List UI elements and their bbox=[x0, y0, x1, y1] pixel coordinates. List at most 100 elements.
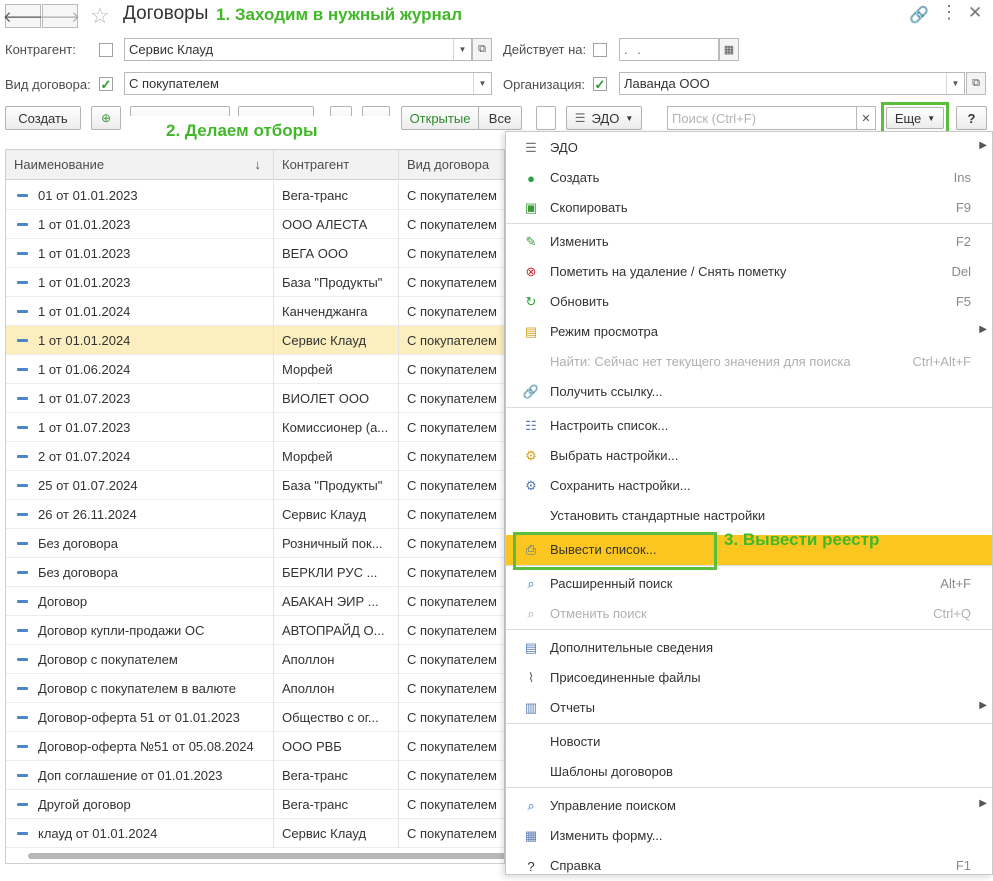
menu-item[interactable]: ☰ ЭДО ▶ bbox=[506, 133, 992, 163]
menu-item-shortcut: F2 bbox=[955, 234, 971, 249]
favorite-star-icon[interactable]: ☆ bbox=[90, 3, 110, 29]
table-row[interactable]: 1 от 01.07.2023 ВИОЛЕТ ООО С покупателем bbox=[6, 384, 504, 413]
table-row[interactable]: 1 от 01.07.2023 Комиссионер (а... С покупа… bbox=[6, 413, 504, 442]
back-button[interactable]: 🡐 bbox=[3, 4, 43, 28]
cell-counterparty: ВИОЛЕТ ООО bbox=[274, 384, 399, 413]
menu-item[interactable]: ☷ Настроить список... bbox=[506, 411, 992, 441]
menu-item[interactable]: ✎ Изменить F2 bbox=[506, 227, 992, 257]
column-name-label: Наименование bbox=[14, 157, 105, 172]
table-row[interactable]: 1 от 01.01.2023 ВЕГА ООО С покупателем bbox=[6, 239, 504, 268]
copy-button[interactable]: ⊕ bbox=[91, 106, 121, 130]
table-row[interactable]: Договор с покупателем Аполлон С покупателе… bbox=[6, 645, 504, 674]
refresh-icon: ↻ bbox=[525, 294, 537, 309]
menu-item[interactable]: Шаблоны договоров bbox=[506, 757, 992, 787]
table-row[interactable]: Без договора БЕРКЛИ РУС ... С покупателем bbox=[6, 558, 504, 587]
cell-name: Договор-оферта №51 от 05.08.2024 bbox=[6, 732, 274, 761]
chevron-down-icon[interactable]: ▼ bbox=[453, 39, 471, 60]
menu-item[interactable]: Новости bbox=[506, 727, 992, 757]
document-icon: ▤ bbox=[524, 640, 538, 655]
table-row[interactable]: 1 от 01.01.2024 Сервис Клауд С покупателем bbox=[6, 326, 504, 355]
menu-item-label: Скопировать bbox=[550, 200, 628, 215]
menu-item-label: Новости bbox=[550, 734, 601, 749]
table-row[interactable]: 1 от 01.01.2024 Канченджанга С покупателем bbox=[6, 297, 504, 326]
menu-separator bbox=[506, 723, 992, 724]
submenu-arrow-icon: ▶ bbox=[979, 798, 987, 809]
table-row[interactable]: Договор-оферта 51 от 01.01.2023 Общество … bbox=[6, 703, 504, 732]
table-row[interactable]: 25 от 01.07.2024 База "Продукты" С покупат… bbox=[6, 471, 504, 500]
menu-item[interactable]: ⊗ Пометить на удаление / Снять пометку Del bbox=[506, 257, 992, 287]
menu-item[interactable]: ⌕ Расширенный поиск Alt+F bbox=[506, 569, 992, 599]
table-row[interactable]: 1 от 01.01.2023 ООО АЛЕСТА С покупателем bbox=[6, 210, 504, 239]
horizontal-scrollbar[interactable] bbox=[28, 853, 504, 859]
contract-type-checkbox[interactable]: ✓ bbox=[99, 77, 113, 91]
menu-item-label: Расширенный поиск bbox=[550, 576, 673, 591]
menu-item[interactable]: ↻ Обновить F5 bbox=[506, 287, 992, 317]
menu-item[interactable]: Установить стандартные настройки bbox=[506, 501, 992, 531]
toolbar-blank-button[interactable] bbox=[536, 106, 556, 130]
cell-counterparty: ООО АЛЕСТА bbox=[274, 210, 399, 239]
open-contracts-toggle[interactable]: Открытые bbox=[401, 106, 479, 130]
menu-item[interactable]: ▦ Изменить форму... bbox=[506, 821, 992, 851]
chevron-down-icon[interactable]: ▼ bbox=[946, 73, 964, 94]
table-row[interactable]: Договор с покупателем в валюте Аполлон С п… bbox=[6, 674, 504, 703]
cell-type: С покупателем bbox=[407, 246, 497, 261]
table-row[interactable]: Договор-оферта №51 от 05.08.2024 ООО РВБ С… bbox=[6, 732, 504, 761]
valid-on-checkbox[interactable] bbox=[593, 43, 607, 57]
menu-item[interactable]: ▥ Отчеты ▶ bbox=[506, 693, 992, 723]
clear-search-button[interactable]: ✕ bbox=[856, 106, 876, 130]
table-row[interactable]: клауд от 01.01.2024 Сервис Клауд С покупат… bbox=[6, 819, 504, 848]
column-header-counterparty[interactable]: Контрагент bbox=[274, 150, 399, 180]
counterparty-checkbox[interactable] bbox=[99, 43, 113, 57]
table-row[interactable]: Другой договор Вега-транс С покупателем bbox=[6, 790, 504, 819]
menu-item[interactable]: ⚙ Сохранить настройки... bbox=[506, 471, 992, 501]
open-counterparty-button[interactable]: ⧉ bbox=[472, 38, 492, 61]
chevron-down-icon[interactable]: ▼ bbox=[473, 73, 491, 94]
edo-button[interactable]: ☰ ЭДО ▼ bbox=[566, 106, 642, 130]
chevron-down-icon: ▼ bbox=[625, 113, 634, 123]
menu-item[interactable]: 🔗 Получить ссылку... bbox=[506, 377, 992, 407]
close-icon[interactable]: ✕ bbox=[968, 3, 982, 23]
menu-item[interactable]: ● Создать Ins bbox=[506, 163, 992, 193]
menu-item[interactable]: ▤ Режим просмотра ▶ bbox=[506, 317, 992, 347]
table-row[interactable]: 1 от 01.06.2024 Морфей С покупателем bbox=[6, 355, 504, 384]
create-button[interactable]: Создать bbox=[5, 106, 81, 130]
valid-on-date-field[interactable]: . . bbox=[619, 38, 719, 61]
menu-item[interactable]: ⌇ Присоединенные файлы bbox=[506, 663, 992, 693]
table-row[interactable]: 1 от 01.01.2023 База "Продукты" С покупате… bbox=[6, 268, 504, 297]
table-row[interactable]: Доп соглашение от 01.01.2023 Вега-транс С … bbox=[6, 761, 504, 790]
menu-item-label: Управление поиском bbox=[550, 798, 676, 813]
menu-item[interactable]: ⚙ Выбрать настройки... bbox=[506, 441, 992, 471]
organization-checkbox[interactable]: ✓ bbox=[593, 77, 607, 91]
search-input[interactable]: Поиск (Ctrl+F) bbox=[667, 106, 857, 130]
close-icon: ✕ bbox=[861, 112, 871, 125]
table-row[interactable]: 01 от 01.01.2023 Вега-транс С покупателем bbox=[6, 181, 504, 210]
menu-item[interactable]: ▣ Скопировать F9 bbox=[506, 193, 992, 223]
counterparty-field[interactable]: Сервис Клауд ▼ bbox=[124, 38, 472, 61]
column-header-type[interactable]: Вид договора bbox=[399, 150, 504, 180]
menu-item[interactable]: ▤ Дополнительные сведения bbox=[506, 633, 992, 663]
menu-item[interactable]: ? Справка F1 bbox=[506, 851, 992, 881]
table-row[interactable]: Договор АБАКАН ЭИР ... С покупателем bbox=[6, 587, 504, 616]
menu-separator bbox=[506, 407, 992, 408]
all-contracts-toggle[interactable]: Все bbox=[478, 106, 522, 130]
forward-button[interactable]: 🡒 bbox=[40, 4, 80, 28]
contract-type-field[interactable]: С покупателем ▼ bbox=[124, 72, 492, 95]
table-row[interactable]: 2 от 01.07.2024 Морфей С покупателем bbox=[6, 442, 504, 471]
table-row[interactable]: Договор купли-продажи ОС АВТОПРАЙД О... С … bbox=[6, 616, 504, 645]
link-icon[interactable]: 🔗 bbox=[909, 5, 929, 25]
more-dots-icon[interactable]: ⋮ bbox=[940, 2, 958, 23]
open-organization-button[interactable]: ⧉ bbox=[966, 72, 986, 95]
cell-counterparty: Общество с ог... bbox=[274, 703, 399, 732]
highlight-print-list-box bbox=[513, 532, 717, 570]
calendar-button[interactable]: ▦ bbox=[719, 38, 739, 61]
column-header-name[interactable]: Наименование ↓ bbox=[6, 150, 274, 180]
menu-item[interactable]: ⌕ Управление поиском ▶ bbox=[506, 791, 992, 821]
cell-type: С покупателем bbox=[407, 420, 497, 435]
cell-type: С покупателем bbox=[407, 826, 497, 841]
table-row[interactable]: Без договора Розничный пок... С покупателе… bbox=[6, 529, 504, 558]
help-button[interactable]: ? bbox=[956, 106, 987, 130]
choose-settings-icon: ⚙ bbox=[525, 448, 537, 463]
organization-field[interactable]: Лаванда ООО ▼ bbox=[619, 72, 965, 95]
table-row[interactable]: 26 от 26.11.2024 Сервис Клауд С покупателе… bbox=[6, 500, 504, 529]
cell-name: Договор купли-продажи ОС bbox=[6, 616, 274, 645]
